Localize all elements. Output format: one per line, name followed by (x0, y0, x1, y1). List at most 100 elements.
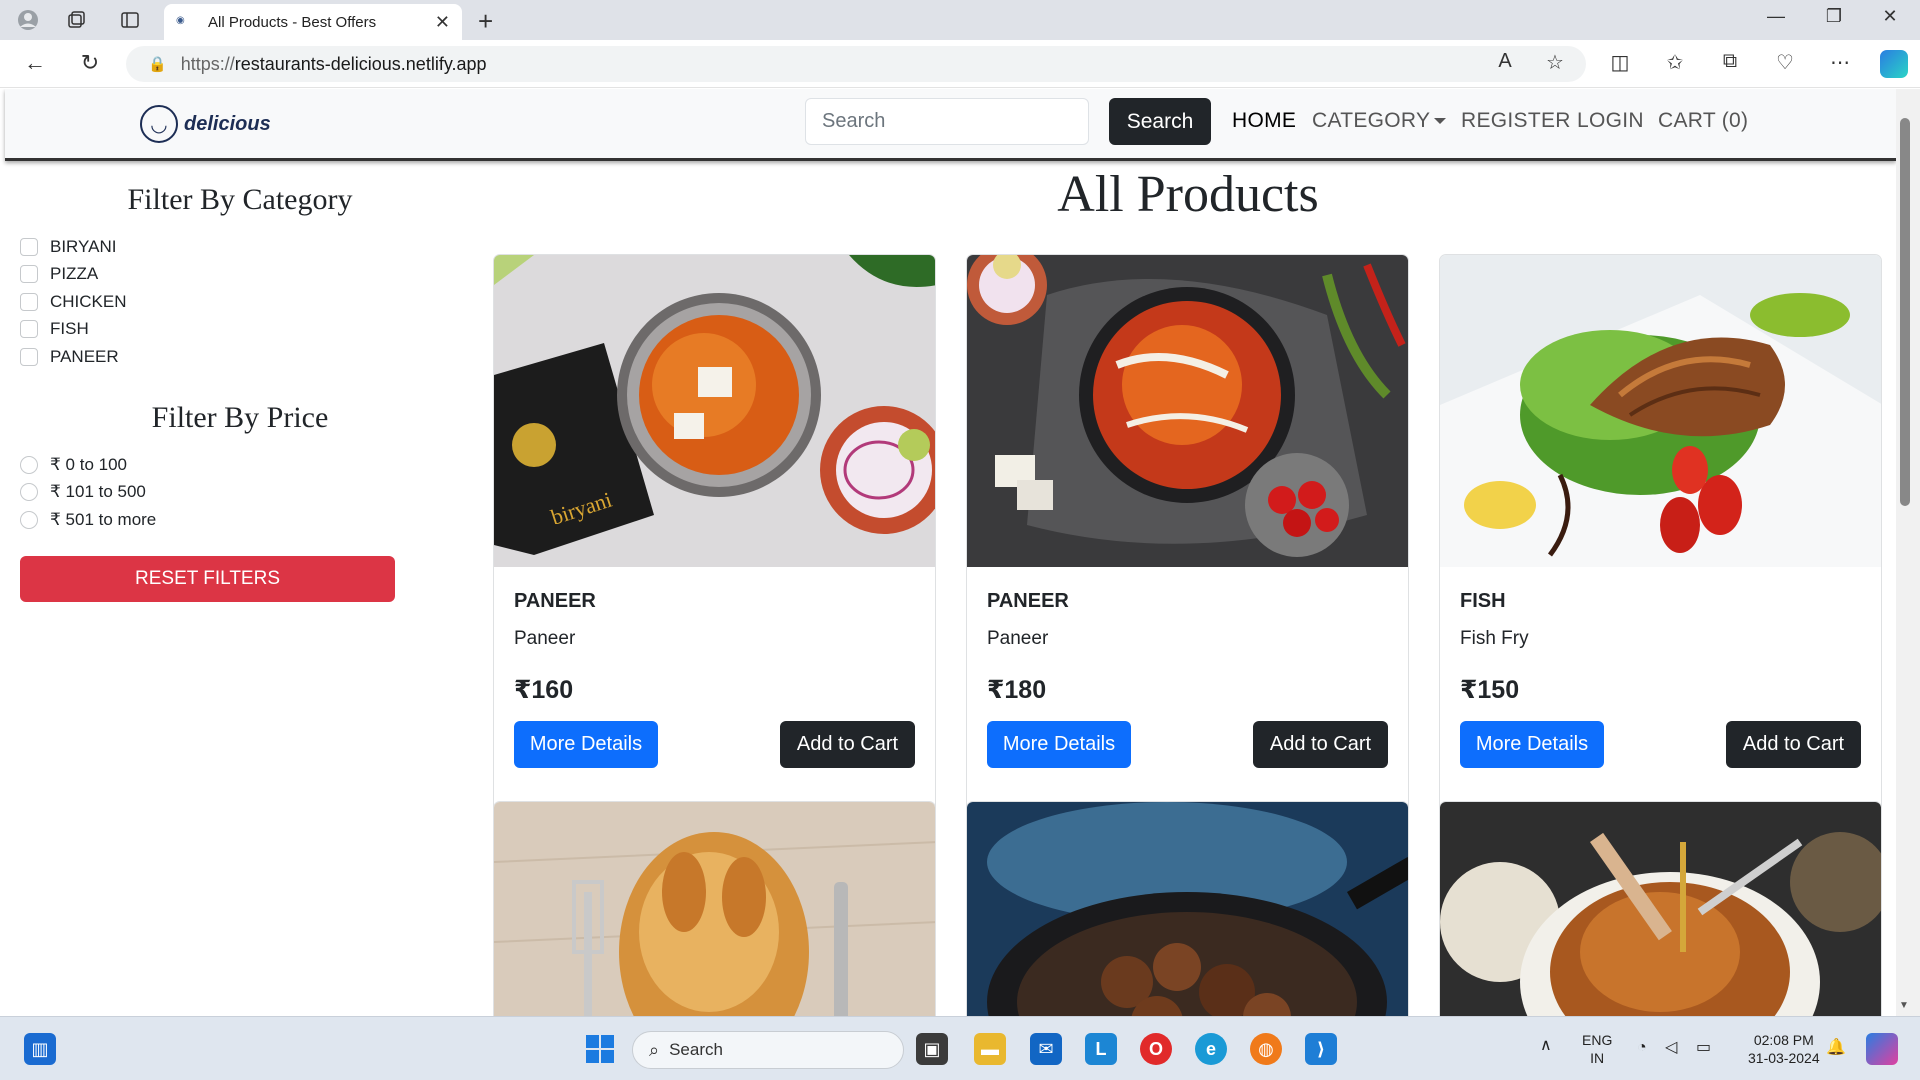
product-card (966, 801, 1409, 1016)
product-price: ₹180 (987, 676, 1047, 704)
widgets-icon[interactable]: ▥ (24, 1033, 56, 1065)
add-to-cart-button[interactable]: Add to Cart (1726, 721, 1861, 768)
page-viewport: ◡ delicious Search Search HOME CATEGORY … (0, 89, 1920, 1016)
product-name: Paneer (987, 628, 1049, 649)
category-checkbox-fish[interactable]: FISH (20, 319, 89, 339)
nav-category[interactable]: CATEGORY (1312, 109, 1447, 133)
product-image (967, 802, 1408, 1016)
price-radio-0-100[interactable]: ₹ 0 to 100 (20, 455, 127, 475)
product-price: ₹150 (1460, 676, 1520, 704)
price-radio-101-500[interactable]: ₹ 101 to 500 (20, 482, 146, 502)
site-logo[interactable]: ◡ delicious (140, 105, 271, 143)
favorites-icon[interactable]: ✩ (1660, 50, 1690, 75)
scrollbar-thumb[interactable] (1900, 118, 1910, 506)
checkbox[interactable] (20, 320, 38, 338)
restore-icon[interactable]: ❐ (1814, 6, 1854, 27)
clock-time: 02:08 PM (1753, 1032, 1814, 1048)
category-label: PIZZA (50, 264, 99, 283)
add-to-cart-button[interactable]: Add to Cart (780, 721, 915, 768)
radio[interactable] (20, 511, 38, 529)
category-checkbox-chicken[interactable]: CHICKEN (20, 292, 127, 312)
product-image (494, 802, 935, 1016)
more-details-button[interactable]: More Details (514, 721, 658, 768)
vscode-icon[interactable]: ⟩ (1305, 1033, 1337, 1065)
price-filter-title: Filter By Price (151, 401, 329, 434)
file-explorer-icon[interactable]: ▬ (974, 1033, 1006, 1065)
opera-icon[interactable]: O (1140, 1033, 1172, 1065)
clock-date: 31-03-2024 (1748, 1050, 1820, 1066)
edge-icon[interactable]: e (1195, 1033, 1227, 1065)
more-details-button[interactable]: More Details (987, 721, 1131, 768)
reset-filters-button[interactable]: RESET FILTERS (20, 556, 395, 602)
tab-active[interactable]: ◉ All Products - Best Offers ✕ (164, 4, 462, 40)
copilot-taskbar-icon[interactable] (1866, 1033, 1898, 1065)
product-card (493, 801, 936, 1016)
collections-icon[interactable]: ⧉ (1715, 50, 1745, 73)
profile-icon[interactable] (16, 8, 40, 32)
taskbar-search-label: Search (669, 1040, 723, 1059)
notification-icon[interactable]: 🔔 (1826, 1039, 1846, 1057)
radio[interactable] (20, 456, 38, 474)
category-checkbox-biryani[interactable]: BIRYANI (20, 237, 116, 257)
checkbox[interactable] (20, 348, 38, 366)
url-field[interactable]: 🔒 https://restaurants-delicious.netlify.… (126, 46, 1586, 82)
show-hidden-icons[interactable]: ∧ (1540, 1037, 1552, 1055)
back-icon[interactable]: ← (20, 50, 50, 76)
nav-register[interactable]: REGISTER (1461, 109, 1571, 133)
lock-icon: 🔒 (148, 56, 167, 73)
browser-essentials-icon[interactable]: ♡ (1770, 50, 1800, 75)
minimize-icon[interactable]: — (1756, 6, 1796, 27)
wifi-icon[interactable]: ◔ (1637, 1039, 1647, 1057)
product-image (1440, 802, 1881, 1016)
copilot-icon[interactable] (1880, 50, 1908, 78)
clock[interactable]: 02:08 PM 31-03-2024 (1748, 1031, 1820, 1067)
split-screen-icon[interactable]: ◫ (1605, 50, 1635, 75)
price-label: ₹ 101 to 500 (50, 482, 146, 501)
checkbox[interactable] (20, 265, 38, 283)
favorite-star-icon[interactable]: ☆ (1540, 50, 1570, 75)
mail-icon[interactable]: ✉ (1030, 1033, 1062, 1065)
search-input[interactable]: Search (805, 98, 1089, 145)
product-image (967, 255, 1408, 567)
more-details-button[interactable]: More Details (1460, 721, 1604, 768)
battery-icon[interactable]: ▭ (1696, 1039, 1711, 1057)
site-navbar: ◡ delicious Search Search HOME CATEGORY … (5, 89, 1896, 161)
add-to-cart-button[interactable]: Add to Cart (1253, 721, 1388, 768)
new-tab-icon[interactable]: + (478, 6, 493, 37)
tab-title: All Products - Best Offers (208, 13, 377, 31)
product-name: Paneer (514, 628, 576, 649)
price-radio-501-more[interactable]: ₹ 501 to more (20, 510, 156, 530)
checkbox[interactable] (20, 293, 38, 311)
logo-text: delicious (184, 112, 271, 135)
tab-actions-icon[interactable] (118, 8, 142, 32)
product-card: FISH Fish Fry ₹150 More Details Add to C… (1439, 254, 1882, 871)
nav-cart[interactable]: CART (0) (1658, 109, 1748, 133)
radio[interactable] (20, 483, 38, 501)
url-host: restaurants-delicious.netlify.app (234, 53, 487, 74)
language-indicator[interactable]: ENG IN (1582, 1031, 1612, 1067)
nav-login[interactable]: LOGIN (1577, 109, 1644, 133)
product-image (1440, 255, 1881, 567)
start-icon[interactable] (584, 1033, 616, 1065)
scroll-down-icon[interactable]: ▼ (1899, 1000, 1909, 1011)
product-category: PANEER (987, 590, 1069, 612)
taskbar-search[interactable]: ⌕ Search (632, 1031, 904, 1069)
volume-icon[interactable]: ◁ (1665, 1039, 1677, 1057)
close-window-icon[interactable]: ✕ (1870, 6, 1910, 27)
nav-home[interactable]: HOME (1232, 109, 1296, 133)
checkbox[interactable] (20, 238, 38, 256)
chevron-down-icon (1434, 118, 1447, 125)
workspaces-icon[interactable] (64, 8, 88, 32)
category-checkbox-paneer[interactable]: PANEER (20, 347, 119, 367)
category-checkbox-pizza[interactable]: PIZZA (20, 264, 98, 284)
product-image: biryani (494, 255, 935, 567)
read-aloud-icon[interactable]: A (1490, 50, 1520, 73)
product-category: PANEER (514, 590, 596, 612)
refresh-icon[interactable]: ↻ (75, 50, 105, 76)
l-app-icon[interactable]: L (1085, 1033, 1117, 1065)
search-button[interactable]: Search (1109, 98, 1211, 145)
more-options-icon[interactable]: ⋯ (1825, 50, 1855, 75)
firefox-icon[interactable]: ◍ (1250, 1033, 1282, 1065)
task-view-icon[interactable]: ▣ (916, 1033, 948, 1065)
close-tab-icon[interactable]: ✕ (435, 12, 450, 33)
